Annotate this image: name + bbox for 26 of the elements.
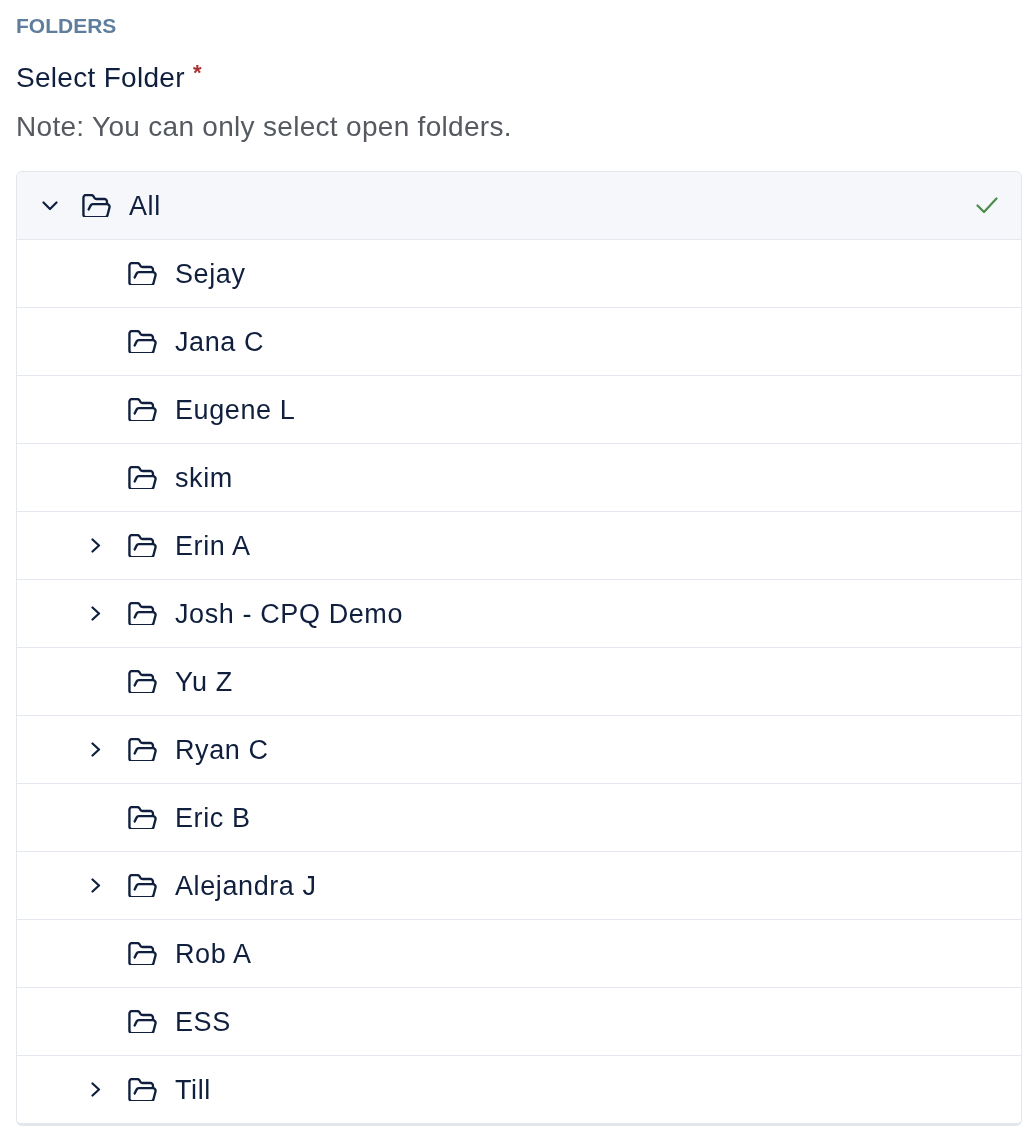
chevron-right-icon[interactable] [91, 1082, 101, 1097]
folder-icon [82, 194, 111, 217]
folder-icon [128, 1078, 157, 1101]
folder-icon [128, 942, 157, 965]
folder-icon [128, 806, 157, 829]
folder-icon [128, 738, 157, 761]
required-mark: * [192, 62, 202, 84]
folder-icon [128, 874, 157, 897]
folder-icon [128, 466, 157, 489]
folder-icon [128, 1010, 157, 1033]
chevron-right-icon[interactable] [91, 742, 101, 757]
chevron-right-icon[interactable] [91, 878, 101, 893]
folder-icon [128, 330, 157, 353]
note-text: Note: You can only select open folders. [16, 110, 512, 144]
folder-icon [128, 602, 157, 625]
folder-icon [128, 670, 157, 693]
field-label: Select Folder [16, 61, 185, 95]
section-heading: FOLDERS [16, 13, 117, 39]
folder-icon [128, 534, 157, 557]
chevron-right-icon[interactable] [91, 606, 101, 621]
chevron-right-icon[interactable] [91, 538, 101, 553]
tree-row[interactable]: All [17, 172, 1021, 240]
check-icon [976, 197, 998, 214]
folder-icon [128, 398, 157, 421]
folder-icon [128, 262, 157, 285]
chevron-down-icon[interactable] [42, 200, 58, 211]
